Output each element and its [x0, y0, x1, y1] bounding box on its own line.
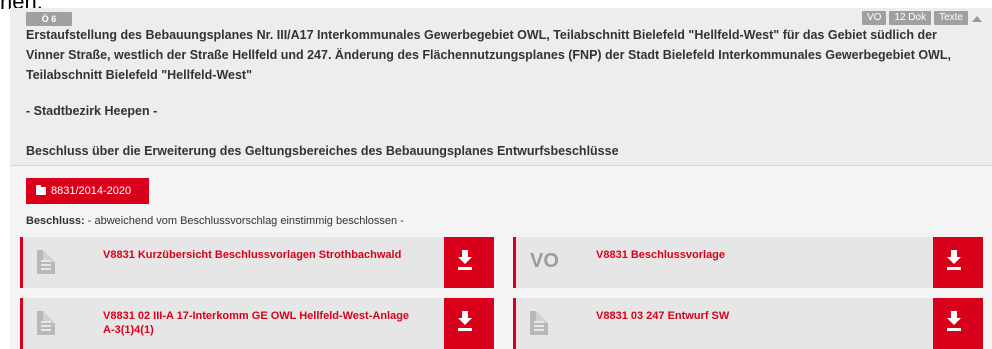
document-icon	[37, 311, 55, 335]
decision-label: Beschluss:	[26, 215, 85, 227]
document-title[interactable]: V8831 02 III-A 17-Interkomm GE OWL Hellf…	[103, 309, 423, 337]
decision-text: Beschluss: - abweichend vom Beschlussvor…	[26, 215, 404, 227]
download-button[interactable]	[444, 237, 494, 288]
document-title[interactable]: V8831 Kurzübersicht Beschlussvorlagen St…	[103, 248, 423, 262]
download-button[interactable]	[933, 298, 983, 349]
agenda-item: Ö 6 VO 12 Dok Texte Erstaufstellung des …	[10, 8, 992, 349]
document-card[interactable]: VO V8831 Beschlussvorlage	[513, 237, 983, 288]
document-title[interactable]: V8831 Beschlussvorlage	[596, 248, 916, 262]
document-icon	[37, 250, 55, 274]
tag-texts[interactable]: Texte	[934, 11, 968, 25]
resolution-subject: Beschluss über die Erweiterung des Geltu…	[26, 144, 619, 158]
tag-vo[interactable]: VO	[861, 11, 887, 25]
reference-button[interactable]: 8831/2014-2020	[26, 178, 149, 204]
decision-value: - abweichend vom Beschlussvorschlag eins…	[87, 215, 404, 227]
document-card[interactable]: V8831 Kurzübersicht Beschlussvorlagen St…	[20, 237, 494, 288]
document-icon	[530, 311, 548, 335]
download-button[interactable]	[444, 298, 494, 349]
document-card[interactable]: V8831 02 III-A 17-Interkomm GE OWL Hellf…	[20, 298, 494, 349]
item-title: Erstaufstellung des Bebauungsplanes Nr. …	[26, 28, 951, 82]
tag-documents[interactable]: 12 Dok	[889, 11, 932, 25]
district-label: - Stadtbezirk Heepen -	[26, 104, 158, 118]
item-number-badge: Ö 6	[26, 12, 72, 26]
agenda-item-header[interactable]: Ö 6 VO 12 Dok Texte Erstaufstellung des …	[10, 8, 992, 165]
document-title[interactable]: V8831 03 247 Entwurf SW	[596, 309, 916, 323]
download-button[interactable]	[933, 237, 983, 288]
vo-label-icon: VO	[530, 250, 559, 272]
folder-icon	[36, 185, 46, 195]
divider	[10, 165, 992, 166]
document-card[interactable]: V8831 03 247 Entwurf SW	[513, 298, 983, 349]
tag-list: VO 12 Dok Texte	[861, 11, 968, 25]
reference-label: 8831/2014-2020	[51, 185, 132, 197]
collapse-caret-icon[interactable]	[972, 16, 982, 22]
